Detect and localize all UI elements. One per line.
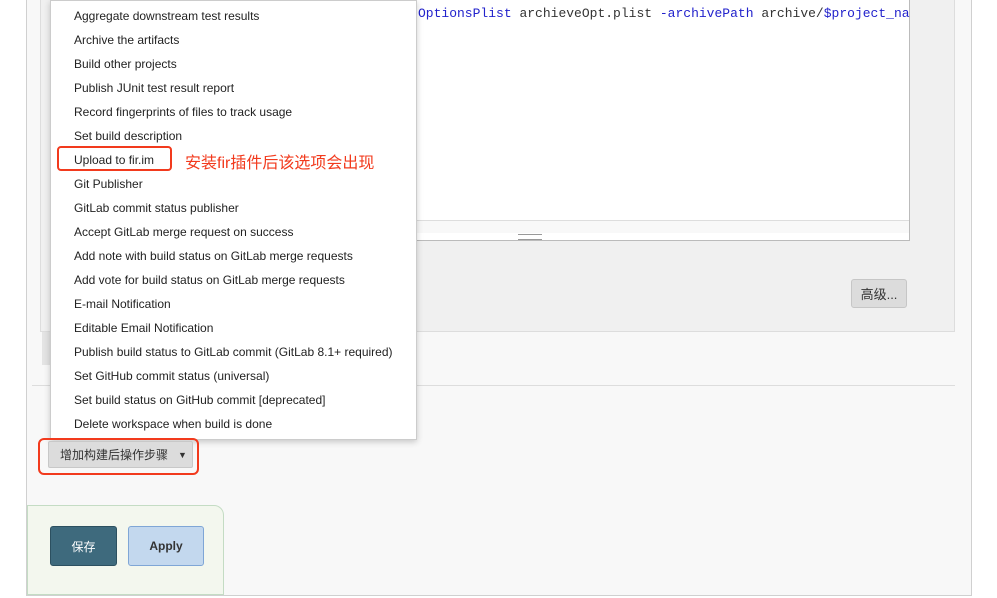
- menu-item[interactable]: Add vote for build status on GitLab merg…: [51, 268, 416, 292]
- menu-item[interactable]: Publish JUnit test result report: [51, 76, 416, 100]
- menu-item[interactable]: Archive the artifacts: [51, 28, 416, 52]
- apply-button[interactable]: Apply: [128, 526, 204, 566]
- menu-item[interactable]: Set build status on GitHub commit [depre…: [51, 388, 416, 412]
- annotation-text: 安装fir插件后该选项会出现: [185, 155, 375, 172]
- menu-item[interactable]: Delete workspace when build is done: [51, 412, 416, 436]
- menu-item[interactable]: E-mail Notification: [51, 292, 416, 316]
- menu-item[interactable]: Publish build status to GitLab commit (G…: [51, 340, 416, 364]
- horizontal-scrollbar[interactable]: [415, 220, 909, 233]
- menu-item[interactable]: Set build description: [51, 124, 416, 148]
- menu-item[interactable]: Accept GitLab merge request on success: [51, 220, 416, 244]
- menu-item[interactable]: GitLab commit status publisher: [51, 196, 416, 220]
- advanced-button[interactable]: 高级...: [851, 279, 907, 308]
- menu-item[interactable]: Add note with build status on GitLab mer…: [51, 244, 416, 268]
- highlight-box: [57, 146, 172, 171]
- menu-item[interactable]: Record fingerprints of files to track us…: [51, 100, 416, 124]
- shell-command-editor[interactable]: OptionsPlist archieveOpt.plist -archiveP…: [414, 0, 910, 241]
- menu-item[interactable]: Git Publisher: [51, 172, 416, 196]
- menu-item[interactable]: Set GitHub commit status (universal): [51, 364, 416, 388]
- menu-item[interactable]: Build other projects: [51, 52, 416, 76]
- resize-handle[interactable]: [518, 234, 542, 240]
- save-button[interactable]: 保存: [50, 526, 117, 566]
- highlight-box: [38, 438, 199, 475]
- post-build-dropdown-menu: Aggregate downstream test results Archive…: [50, 0, 417, 440]
- code-line: OptionsPlist archieveOpt.plist -archiveP…: [418, 6, 910, 21]
- menu-item[interactable]: Editable Email Notification: [51, 316, 416, 340]
- menu-item[interactable]: Aggregate downstream test results: [51, 4, 416, 28]
